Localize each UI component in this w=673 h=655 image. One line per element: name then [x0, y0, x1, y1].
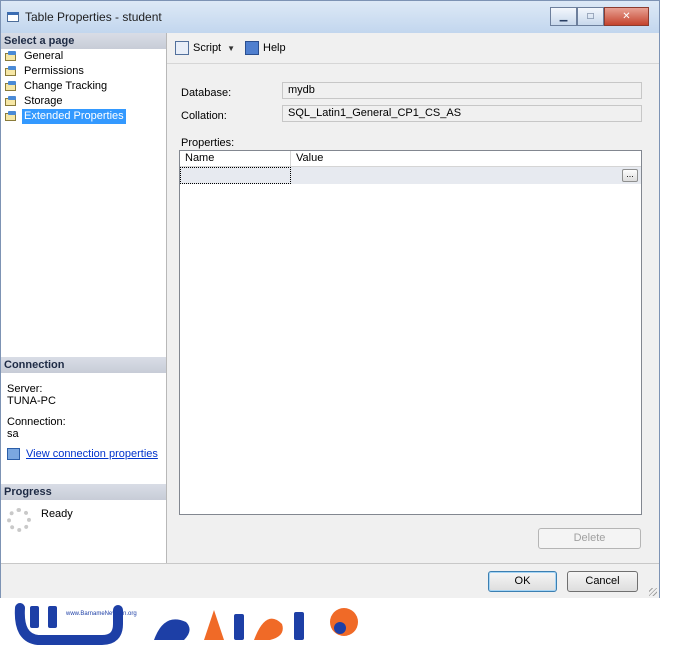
view-connection-properties-link[interactable]: View connection properties [26, 448, 158, 460]
page-item-change-tracking[interactable]: Change Tracking [1, 79, 166, 94]
view-connection-properties[interactable]: View connection properties [7, 448, 160, 460]
logo-letter-5 [294, 612, 304, 640]
chevron-down-icon[interactable]: ▼ [227, 44, 235, 53]
grid-header: Name Value [180, 151, 641, 167]
cancel-button[interactable]: Cancel [567, 571, 638, 592]
database-field: mydb [282, 82, 642, 99]
page-item-permissions[interactable]: Permissions [1, 64, 166, 79]
logo-bar-2 [48, 606, 57, 628]
progress-header: Progress [1, 484, 166, 500]
page-item-label: General [24, 50, 64, 62]
page-item-label: Change Tracking [24, 80, 108, 92]
script-icon [175, 41, 189, 55]
progress-section: Progress Ready [1, 484, 166, 540]
property-page-icon [5, 81, 18, 92]
connection-properties-icon [7, 448, 20, 460]
property-page-icon [5, 96, 18, 107]
resize-grip-icon[interactable] [649, 588, 657, 596]
column-header-name[interactable]: Name [180, 151, 291, 166]
table-row[interactable]: ... [180, 167, 641, 184]
window-title: Table Properties - student [25, 10, 162, 24]
connection-section: Connection Server: TUNA-PC Connection: s… [1, 357, 166, 464]
right-pane: Script ▼ Help Database: mydb Collation: … [167, 33, 659, 563]
page-list: General Permissions Change Tracking Stor… [1, 49, 166, 124]
logo-letter-2 [204, 610, 224, 640]
ok-button[interactable]: OK [488, 571, 557, 592]
logo-bar-1 [30, 606, 39, 628]
dialog-footer: OK Cancel [1, 563, 659, 598]
page-item-general[interactable]: General [1, 49, 166, 64]
table-properties-window: Table Properties - student ▁ □ ✕ Select … [0, 0, 660, 598]
minimize-button[interactable]: ▁ [550, 7, 577, 26]
connection-info: Server: TUNA-PC Connection: sa View conn… [1, 373, 166, 464]
window-icon [7, 12, 19, 22]
database-label: Database: [181, 87, 232, 99]
server-value: TUNA-PC [7, 395, 56, 407]
minimize-icon: ▁ [559, 11, 568, 22]
script-label: Script [193, 42, 222, 54]
toolbar: Script ▼ Help [167, 33, 659, 64]
connection-label: Connection: [7, 416, 66, 428]
page-item-extended-properties[interactable]: Extended Properties [1, 109, 166, 124]
script-button[interactable]: Script ▼ [175, 41, 243, 55]
maximize-icon: □ [587, 11, 594, 22]
delete-button[interactable]: Delete [538, 528, 641, 549]
logo-letter-3 [234, 614, 244, 640]
collation-field: SQL_Latin1_General_CP1_CS_AS [282, 105, 642, 122]
properties-label: Properties: [181, 137, 235, 149]
page-item-label: Permissions [24, 65, 84, 77]
ellipsis-button[interactable]: ... [622, 169, 638, 182]
column-header-value[interactable]: Value [291, 151, 323, 166]
progress-status: Ready [1, 500, 166, 540]
collation-label: Collation: [181, 110, 227, 122]
properties-grid[interactable]: Name Value ... [179, 150, 642, 515]
barnamenevisan-logo: www.BarnameNevisan.org [14, 603, 358, 645]
logo-url: www.BarnameNevisan.org [65, 611, 137, 617]
window-controls: ▁ □ ✕ [550, 7, 649, 26]
select-page-header: Select a page [1, 33, 166, 49]
title-bar[interactable]: Table Properties - student ▁ □ ✕ [1, 1, 659, 34]
property-page-icon [5, 66, 18, 77]
property-page-icon [5, 51, 18, 62]
left-pane: Select a page General Permissions Change… [1, 33, 167, 563]
progress-spinner-icon [7, 508, 31, 532]
progress-status-text: Ready [41, 508, 73, 520]
maximize-button[interactable]: □ [577, 7, 604, 26]
help-label: Help [263, 42, 286, 54]
help-icon [245, 41, 259, 55]
page-item-storage[interactable]: Storage [1, 94, 166, 109]
value-cell[interactable] [291, 167, 641, 184]
connection-value: sa [7, 428, 19, 440]
close-button[interactable]: ✕ [604, 7, 649, 26]
name-cell[interactable] [180, 167, 291, 184]
page-item-label: Storage [24, 95, 63, 107]
page-item-label: Extended Properties [22, 109, 126, 124]
property-page-icon [5, 111, 18, 122]
logo-letter-4 [254, 618, 283, 640]
help-button[interactable]: Help [245, 41, 286, 55]
close-icon: ✕ [622, 11, 631, 22]
logo-dot-inner [334, 622, 346, 634]
connection-header: Connection [1, 357, 166, 373]
server-label: Server: [7, 383, 43, 395]
logo-letter-1 [154, 619, 190, 640]
